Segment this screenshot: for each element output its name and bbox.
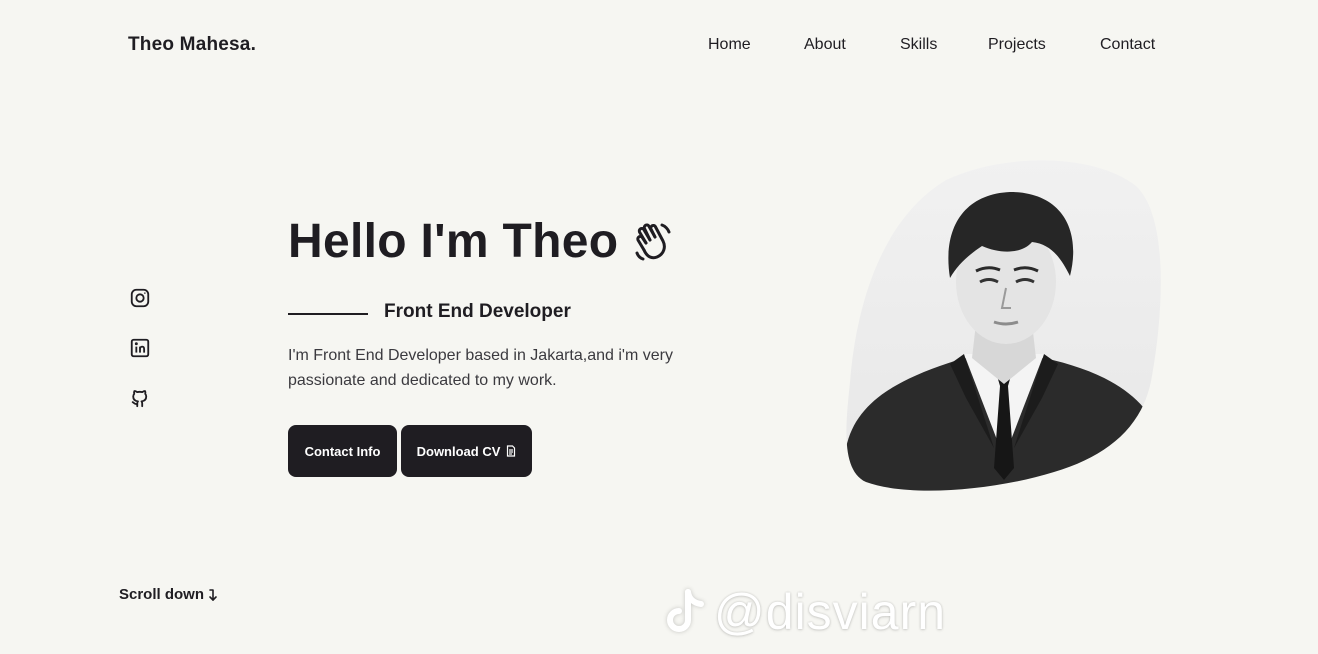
hero-description: I'm Front End Developer based in Jakarta… xyxy=(288,347,673,389)
arrow-down-curved-icon xyxy=(209,588,217,601)
nav-contact[interactable]: Contact xyxy=(1100,36,1155,54)
download-cv-label: Download CV xyxy=(416,443,501,459)
nav-skills[interactable]: Skills xyxy=(900,36,937,54)
document-icon xyxy=(507,445,516,457)
contact-info-button[interactable]: Contact Info xyxy=(288,425,397,477)
hero-title-text: Hello I'm Theo xyxy=(288,215,619,268)
instagram-icon xyxy=(130,288,150,308)
github-link[interactable] xyxy=(128,386,152,410)
portfolio-page: Theo Mahesa. Home About Skills Projects … xyxy=(0,0,1318,654)
watermark: @disviarn xyxy=(660,580,946,644)
tiktok-icon xyxy=(667,589,704,632)
portrait-photo xyxy=(846,158,1164,494)
linkedin-link[interactable] xyxy=(128,336,152,360)
nav-projects[interactable]: Projects xyxy=(988,36,1046,54)
download-cv-button[interactable]: Download CV xyxy=(401,425,532,477)
scroll-down-label: Scroll down xyxy=(119,586,205,603)
hero-subtitle: Front End Developer xyxy=(384,301,571,322)
scroll-down-link[interactable]: Scroll down xyxy=(119,586,219,603)
instagram-link[interactable] xyxy=(128,286,152,310)
contact-info-label: Contact Info xyxy=(304,443,381,459)
watermark-text: @disviarn xyxy=(714,584,947,640)
hero-title: Hello I'm Theo xyxy=(288,214,676,269)
linkedin-icon xyxy=(130,338,150,358)
main-nav: Home About Skills Projects Contact xyxy=(0,36,1318,58)
nav-home[interactable]: Home xyxy=(708,36,751,54)
nav-about[interactable]: About xyxy=(804,36,846,54)
github-icon xyxy=(131,390,148,408)
subtitle-divider xyxy=(288,313,368,315)
waving-hand-icon xyxy=(635,223,671,260)
